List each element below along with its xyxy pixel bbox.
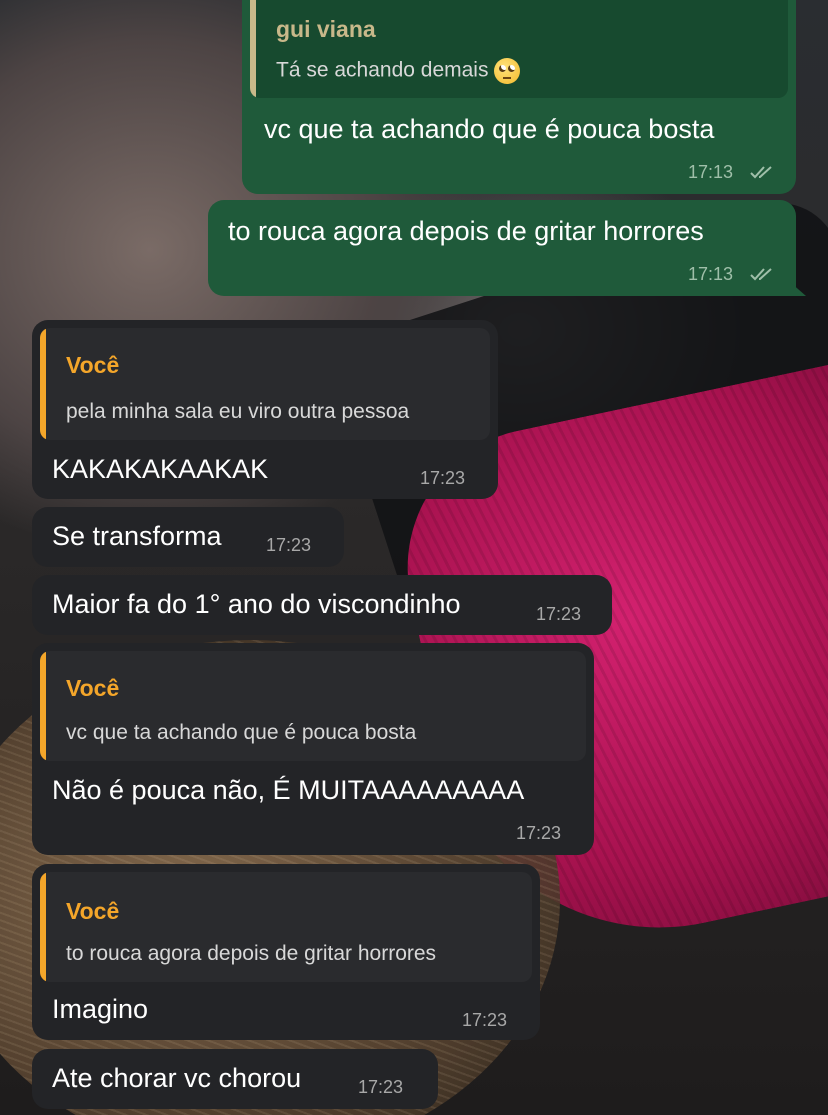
outgoing-message[interactable]: to rouca agora depois de gritar horrores… xyxy=(208,200,806,296)
reply-quote[interactable]: Você vc que ta achando que é pouca bosta xyxy=(40,651,586,761)
reply-quote[interactable]: Você pela minha sala eu viro outra pesso… xyxy=(40,328,490,440)
message-time: 17:23 xyxy=(516,823,562,843)
message-text: Se transforma xyxy=(52,521,222,551)
message-time: 17:23 xyxy=(462,1010,508,1030)
quote-author: Você xyxy=(66,352,120,378)
quote-author: gui viana xyxy=(276,16,376,42)
message-time: 17:23 xyxy=(358,1077,404,1097)
quote-text: Tá se achando demais xyxy=(276,58,521,84)
quote-text: to rouca agora depois de gritar horrores xyxy=(66,942,437,965)
quote-text: vc que ta achando que é pouca bosta xyxy=(66,721,417,744)
quote-author: Você xyxy=(66,898,120,924)
message-text: Não é pouca não, É MUITAAAAAAAAA xyxy=(52,775,525,805)
message-time: 17:13 xyxy=(688,162,734,182)
reply-quote[interactable]: Você to rouca agora depois de gritar hor… xyxy=(40,872,532,982)
message-list[interactable]: gui viana Tá se achando demais vc que ta… xyxy=(0,0,828,1115)
message-text: to rouca agora depois de gritar horrores xyxy=(228,216,704,246)
incoming-message[interactable]: Se transforma 17:23 xyxy=(32,507,344,567)
message-text: Imagino xyxy=(52,994,149,1024)
reply-quote[interactable]: gui viana Tá se achando demais xyxy=(250,0,788,98)
message-text: KAKAKAKAAKAK xyxy=(52,454,269,484)
eye-roll-emoji-icon xyxy=(494,58,521,84)
message-time: 17:23 xyxy=(266,535,312,555)
message-time: 17:13 xyxy=(688,264,734,284)
quote-author: Você xyxy=(66,675,120,701)
incoming-message[interactable]: Maior fa do 1° ano do viscondinho 17:23 xyxy=(32,575,612,635)
message-text: vc que ta achando que é pouca bosta xyxy=(264,114,715,144)
incoming-message[interactable]: Ate chorar vc chorou 17:23 xyxy=(32,1049,438,1109)
incoming-message[interactable]: Você to rouca agora depois de gritar hor… xyxy=(32,864,540,1040)
double-check-icon xyxy=(750,268,772,281)
incoming-message[interactable]: Você pela minha sala eu viro outra pesso… xyxy=(32,320,498,499)
incoming-message[interactable]: Você vc que ta achando que é pouca bosta… xyxy=(32,643,594,855)
quote-text: pela minha sala eu viro outra pessoa xyxy=(66,400,410,423)
message-time: 17:23 xyxy=(420,468,466,488)
outgoing-message[interactable]: gui viana Tá se achando demais vc que ta… xyxy=(242,0,796,194)
message-text: Maior fa do 1° ano do viscondinho xyxy=(52,589,461,619)
double-check-icon xyxy=(750,166,772,179)
message-text: Ate chorar vc chorou xyxy=(52,1063,302,1093)
message-time: 17:23 xyxy=(536,604,582,624)
